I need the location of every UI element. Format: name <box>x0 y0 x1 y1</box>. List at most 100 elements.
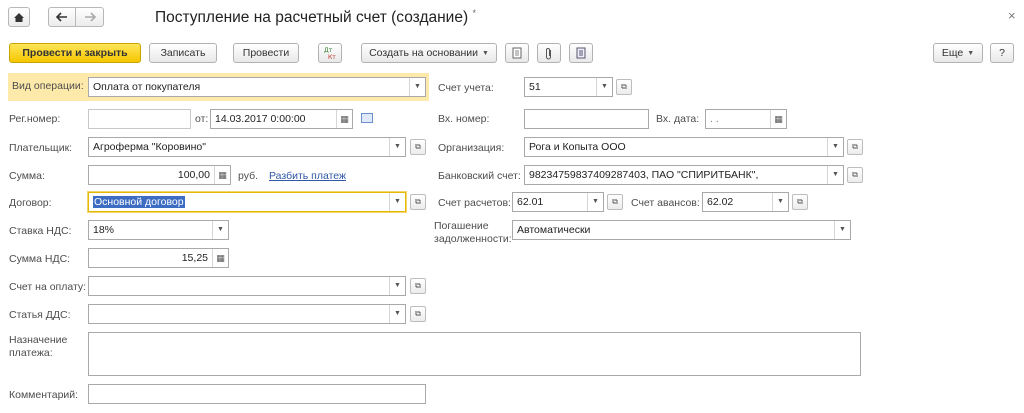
debit-credit-icon: Дт Кт <box>324 47 336 60</box>
open-bank-account-icon[interactable]: ⧉ <box>847 167 863 183</box>
help-label: ? <box>999 47 1005 59</box>
operation-type-select[interactable]: Оплата от покупателя ▼ <box>88 77 426 97</box>
advance-account-value: 62.02 <box>707 196 734 208</box>
open-advance-account-icon[interactable]: ⧉ <box>792 194 808 210</box>
open-invoice-icon[interactable]: ⧉ <box>410 278 426 294</box>
bank-account-select[interactable]: 98234759837409287403, ПАО "СПИРИТБАНК", … <box>524 165 844 185</box>
calendar-icon[interactable]: ▦ <box>770 110 786 128</box>
open-settlement-account-icon[interactable]: ⧉ <box>607 194 623 210</box>
organization-label: Организация: <box>438 142 505 154</box>
chevron-down-icon[interactable]: ▼ <box>587 193 603 211</box>
in-date-label: Вх. дата: <box>656 113 700 125</box>
home-icon <box>14 12 24 22</box>
settlement-account-value: 62.01 <box>517 196 544 208</box>
home-button[interactable] <box>8 7 30 27</box>
calculator-icon[interactable]: ▦ <box>212 249 228 267</box>
advance-account-label: Счет авансов: <box>631 197 700 209</box>
currency-label: руб. <box>238 170 259 182</box>
save-button[interactable]: Записать <box>149 43 217 63</box>
cash-flow-item-select[interactable]: ▼ <box>88 304 406 324</box>
payer-select[interactable]: Агроферма "Коровино" ▼ <box>88 137 406 157</box>
chevron-down-icon[interactable]: ▼ <box>772 193 788 211</box>
back-button[interactable] <box>48 7 76 27</box>
in-number-field[interactable] <box>524 109 649 129</box>
create-based-on-label: Создать на основании <box>369 47 478 59</box>
modified-mark: * <box>472 8 476 18</box>
payer-value: Агроферма "Коровино" <box>93 141 206 153</box>
contract-select[interactable]: Основной договор ▼ <box>88 192 406 212</box>
operation-type-label: Вид операции: <box>12 80 84 92</box>
svg-text:Кт: Кт <box>328 54 336 60</box>
vat-amount-value: 15,25 <box>181 252 208 264</box>
date-field[interactable]: 14.03.2017 0:00:00 ▦ <box>210 109 353 129</box>
window-title-text: Поступление на расчетный счет (создание) <box>155 9 469 27</box>
post-button[interactable]: Провести <box>233 43 299 63</box>
create-based-on-button[interactable]: Создать на основании ▼ <box>361 43 497 63</box>
chevron-down-icon[interactable]: ▼ <box>596 78 612 96</box>
chevron-down-icon[interactable]: ▼ <box>834 221 850 239</box>
date-value: 14.03.2017 0:00:00 <box>215 113 306 125</box>
report-button[interactable] <box>569 43 593 63</box>
account-select[interactable]: 51 ▼ <box>524 77 613 97</box>
help-button[interactable]: ? <box>990 43 1014 63</box>
organization-value: Рога и Копыта ООО <box>529 141 626 153</box>
debit-credit-button[interactable]: Дт Кт <box>318 43 342 63</box>
back-arrow-icon <box>56 12 67 22</box>
invoice-label: Счет на оплату: <box>9 281 87 293</box>
chevron-down-icon: ▼ <box>482 49 489 57</box>
payer-label: Плательщик: <box>9 142 73 154</box>
settlement-account-select[interactable]: 62.01 ▼ <box>512 192 604 212</box>
debt-repayment-label-line1: Погашение <box>434 220 489 232</box>
in-date-value: . . <box>710 113 719 125</box>
chevron-down-icon[interactable]: ▼ <box>827 138 843 156</box>
purpose-label: Назначение платежа: <box>9 334 68 359</box>
chevron-down-icon[interactable]: ▼ <box>389 193 405 211</box>
in-date-field[interactable]: . . ▦ <box>705 109 787 129</box>
invoice-select[interactable]: ▼ <box>88 276 406 296</box>
debt-repayment-select[interactable]: Автоматически ▼ <box>512 220 851 240</box>
chevron-down-icon[interactable]: ▼ <box>409 78 425 96</box>
account-value: 51 <box>529 81 541 93</box>
account-label: Счет учета: <box>438 82 494 94</box>
amount-value: 100,00 <box>177 169 210 181</box>
open-cash-flow-item-icon[interactable]: ⧉ <box>410 306 426 322</box>
open-account-icon[interactable]: ⧉ <box>616 79 632 95</box>
window-title: Поступление на расчетный счет (создание)… <box>155 8 476 27</box>
chevron-down-icon[interactable]: ▼ <box>827 166 843 184</box>
split-payment-link[interactable]: Разбить платеж <box>269 170 346 182</box>
date-label: от: <box>195 113 209 125</box>
post-label: Провести <box>242 47 290 59</box>
amount-label: Сумма: <box>9 170 45 182</box>
close-icon[interactable]: × <box>1008 8 1016 23</box>
open-payer-icon[interactable]: ⧉ <box>410 139 426 155</box>
bank-account-value: 98234759837409287403, ПАО "СПИРИТБАНК", <box>529 169 759 181</box>
open-organization-icon[interactable]: ⧉ <box>847 139 863 155</box>
more-label: Еще <box>941 47 964 59</box>
debt-repayment-value: Автоматически <box>517 224 591 236</box>
open-contract-icon[interactable]: ⧉ <box>410 194 426 210</box>
chevron-down-icon[interactable]: ▼ <box>389 305 405 323</box>
comment-field[interactable] <box>88 384 426 404</box>
print-button[interactable] <box>505 43 529 63</box>
organization-select[interactable]: Рога и Копыта ООО ▼ <box>524 137 844 157</box>
vat-rate-select[interactable]: 18% ▼ <box>88 220 229 240</box>
advance-account-select[interactable]: 62.02 ▼ <box>702 192 789 212</box>
document-icon <box>512 47 522 59</box>
attach-button[interactable] <box>537 43 561 63</box>
amount-field[interactable]: 100,00 ▦ <box>88 165 231 185</box>
chevron-down-icon: ▼ <box>967 49 975 57</box>
post-and-close-label: Провести и закрыть <box>22 47 128 59</box>
cash-flow-item-label: Статья ДДС: <box>9 309 71 321</box>
purpose-textarea[interactable] <box>88 332 861 376</box>
calendar-icon[interactable]: ▦ <box>336 110 352 128</box>
calculator-icon[interactable]: ▦ <box>214 166 230 184</box>
chevron-down-icon[interactable]: ▼ <box>389 277 405 295</box>
reg-number-field[interactable] <box>88 109 191 129</box>
post-and-close-button[interactable]: Провести и закрыть <box>9 43 141 63</box>
vat-amount-field[interactable]: 15,25 ▦ <box>88 248 229 268</box>
more-button[interactable]: Еще ▼ <box>933 43 983 63</box>
chevron-down-icon[interactable]: ▼ <box>389 138 405 156</box>
debt-repayment-label-line2: задолженности: <box>434 233 512 245</box>
forward-button[interactable] <box>76 7 104 27</box>
chevron-down-icon[interactable]: ▼ <box>212 221 228 239</box>
